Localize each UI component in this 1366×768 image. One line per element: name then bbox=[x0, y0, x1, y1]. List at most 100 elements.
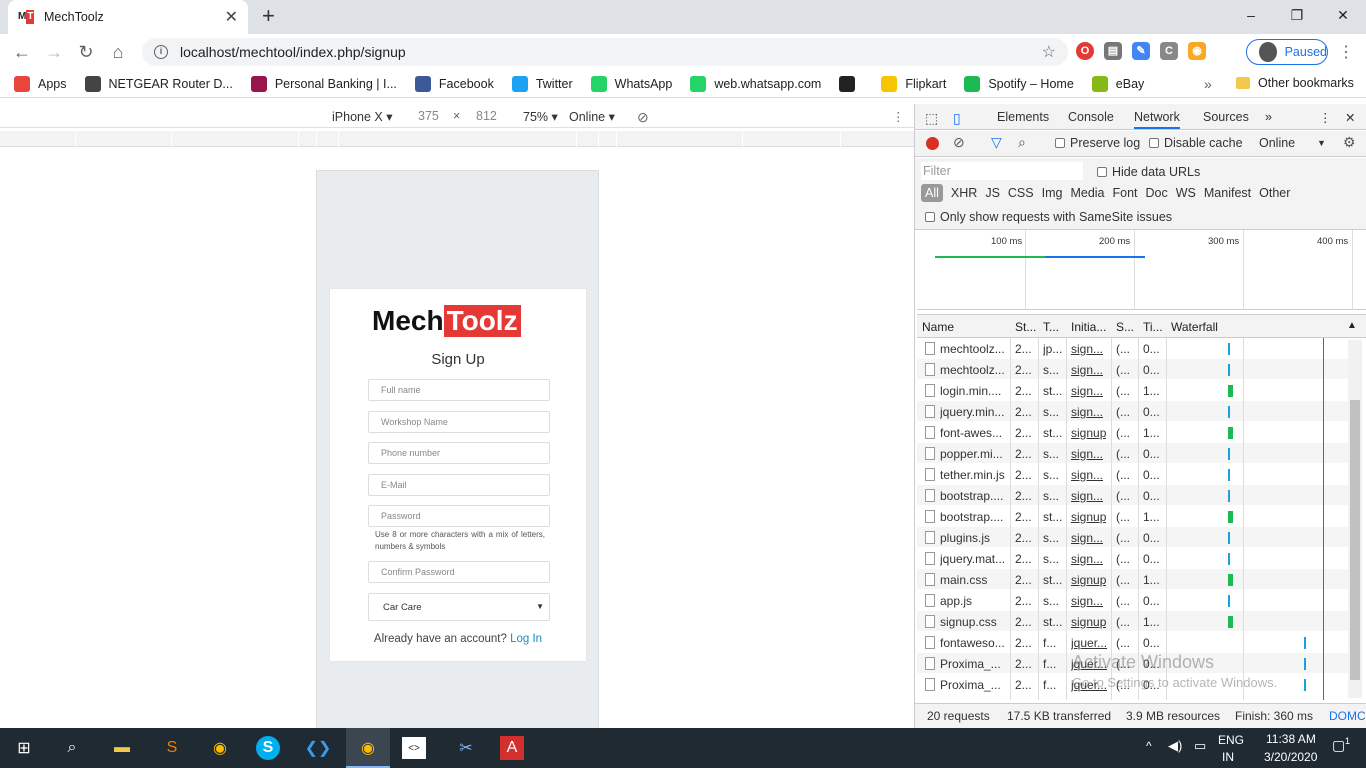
cell-initiator[interactable]: sign... bbox=[1071, 531, 1103, 545]
cell-initiator[interactable]: signup bbox=[1071, 615, 1106, 629]
bookmark-item[interactable]: NETGEAR Router D... bbox=[84, 75, 233, 92]
vscode-icon[interactable]: ❮❯ bbox=[304, 734, 332, 762]
acrobat-reader-icon[interactable]: A bbox=[500, 736, 524, 760]
region-code[interactable]: IN bbox=[1222, 750, 1234, 764]
preserve-log-checkbox[interactable]: Preserve log bbox=[1055, 136, 1140, 150]
file-explorer-icon[interactable]: ▬ bbox=[108, 734, 136, 762]
tab-elements[interactable]: Elements bbox=[997, 110, 1049, 124]
opera-extension-icon[interactable]: O bbox=[1076, 42, 1094, 60]
tray-overflow-icon[interactable]: ^ bbox=[1146, 739, 1152, 753]
column-status[interactable]: St... bbox=[1015, 320, 1036, 334]
type-filter-media[interactable]: Media bbox=[1070, 186, 1104, 200]
eyedropper-extension-icon[interactable]: ✎ bbox=[1132, 42, 1150, 60]
c-extension-icon[interactable]: C bbox=[1160, 42, 1178, 60]
device-height[interactable]: 812 bbox=[476, 109, 497, 123]
request-row[interactable]: mechtoolz... 2... jp... sign... (... 0... bbox=[917, 338, 1351, 359]
hide-data-urls-checkbox[interactable]: Hide data URLs bbox=[1097, 165, 1200, 179]
request-row[interactable]: signup.css 2... st... signup (... 1... bbox=[917, 611, 1351, 632]
chrome-icon[interactable]: ◉ bbox=[206, 734, 234, 762]
type-filter-ws[interactable]: WS bbox=[1176, 186, 1196, 200]
request-row[interactable]: main.css 2... st... signup (... 1... bbox=[917, 569, 1351, 590]
network-throttle-select[interactable]: Online ▾ bbox=[569, 109, 615, 124]
other-bookmarks[interactable]: Other bookmarks bbox=[1236, 76, 1354, 90]
tab-network[interactable]: Network bbox=[1134, 110, 1180, 129]
type-filter-other[interactable]: Other bbox=[1259, 186, 1290, 200]
cell-initiator[interactable]: sign... bbox=[1071, 489, 1103, 503]
rotate-icon[interactable]: ⊘ bbox=[637, 109, 649, 126]
language-code[interactable]: ENG bbox=[1218, 733, 1244, 747]
sort-up-icon[interactable]: ▲ bbox=[1347, 320, 1357, 331]
bookmark-item[interactable]: WhatsApp bbox=[590, 75, 672, 92]
bookmark-item[interactable]: Spotify – Home bbox=[964, 75, 1074, 92]
notification-center-icon[interactable]: ▢ bbox=[1332, 737, 1345, 754]
type-filter-img[interactable]: Img bbox=[1042, 186, 1063, 200]
windows-start-icon[interactable]: ⊞ bbox=[10, 734, 38, 762]
type-filter-js[interactable]: JS bbox=[985, 186, 1000, 200]
bookmark-star-icon[interactable]: ☆ bbox=[1042, 42, 1056, 62]
samesite-checkbox[interactable]: Only show requests with SameSite issues bbox=[925, 210, 1172, 224]
confirm-password-input[interactable]: Confirm Password bbox=[368, 561, 550, 583]
login-link[interactable]: Log In bbox=[510, 633, 542, 645]
bookmark-item[interactable]: Personal Banking | I... bbox=[250, 75, 397, 92]
type-filter-xhr[interactable]: XHR bbox=[951, 186, 977, 200]
cell-initiator[interactable]: sign... bbox=[1071, 384, 1103, 398]
request-row[interactable]: popper.mi... 2... s... sign... (... 0... bbox=[917, 443, 1351, 464]
home-button[interactable]: ⌂ bbox=[102, 42, 134, 63]
column-type[interactable]: T... bbox=[1043, 320, 1059, 334]
cell-initiator[interactable]: sign... bbox=[1071, 552, 1103, 566]
bookmarks-overflow-button[interactable]: » bbox=[1204, 76, 1212, 92]
volume-icon[interactable]: ◀) bbox=[1168, 738, 1182, 754]
disable-cache-checkbox[interactable]: Disable cache bbox=[1149, 136, 1243, 150]
bookmark-item[interactable]: Twitter bbox=[511, 75, 573, 92]
request-row[interactable]: mechtoolz... 2... s... sign... (... 0... bbox=[917, 359, 1351, 380]
request-row[interactable]: font-awes... 2... st... signup (... 1... bbox=[917, 422, 1351, 443]
cell-initiator[interactable]: sign... bbox=[1071, 342, 1103, 356]
cell-initiator[interactable]: sign... bbox=[1071, 447, 1103, 461]
type-filter-all[interactable]: All bbox=[921, 184, 943, 202]
clear-icon[interactable]: ⊘ bbox=[953, 134, 965, 151]
inspect-element-icon[interactable]: ⬚ bbox=[925, 110, 938, 127]
phone-number-input[interactable]: Phone number bbox=[368, 442, 550, 464]
request-row[interactable]: fontaweso... 2... f... jquer... (... 0... bbox=[917, 632, 1351, 653]
record-icon[interactable] bbox=[926, 137, 939, 150]
code-editor-icon[interactable]: <> bbox=[402, 737, 426, 759]
minimize-button[interactable]: – bbox=[1228, 0, 1274, 30]
bookmark-item[interactable]: Apps bbox=[14, 75, 67, 92]
skype-icon[interactable]: S bbox=[256, 736, 280, 760]
request-row[interactable]: login.min.... 2... st... sign... (... 1... bbox=[917, 380, 1351, 401]
site-info-icon[interactable]: i bbox=[154, 45, 168, 59]
close-tab-icon[interactable]: ✕ bbox=[225, 7, 238, 27]
category-select[interactable]: Car Care ▼ bbox=[368, 593, 550, 621]
column-time[interactable]: Ti... bbox=[1143, 320, 1163, 334]
chrome-menu-icon[interactable]: ⋮ bbox=[1338, 42, 1354, 62]
device-mode-icon[interactable]: ▯ bbox=[953, 110, 961, 127]
type-filter-css[interactable]: CSS bbox=[1008, 186, 1034, 200]
request-row[interactable]: tether.min.js 2... s... sign... (... 0... bbox=[917, 464, 1351, 485]
column-size[interactable]: S... bbox=[1116, 320, 1134, 334]
cell-initiator[interactable]: sign... bbox=[1071, 594, 1103, 608]
clock-time[interactable]: 11:38 AM bbox=[1266, 732, 1316, 746]
email-input[interactable]: E-Mail bbox=[368, 474, 550, 496]
search-icon[interactable]: ⌕ bbox=[58, 734, 86, 762]
password-input[interactable]: Password bbox=[368, 505, 550, 527]
sublime-text-icon[interactable]: S bbox=[158, 734, 186, 762]
zoom-select[interactable]: 75% ▾ bbox=[523, 109, 558, 124]
close-devtools-icon[interactable]: ✕ bbox=[1345, 110, 1355, 125]
forward-button[interactable]: → bbox=[38, 42, 70, 63]
device-width[interactable]: 375 bbox=[418, 109, 439, 123]
cell-initiator[interactable]: signup bbox=[1071, 510, 1106, 524]
type-filter-font[interactable]: Font bbox=[1113, 186, 1138, 200]
bookmark-item[interactable]: Facebook bbox=[414, 75, 494, 92]
throttle-select[interactable]: Online bbox=[1259, 136, 1295, 150]
clock-date[interactable]: 3/20/2020 bbox=[1264, 750, 1317, 764]
tab-sources[interactable]: Sources bbox=[1203, 110, 1249, 124]
back-button[interactable]: ← bbox=[6, 42, 38, 63]
search-icon[interactable]: ⌕ bbox=[1018, 134, 1026, 151]
device-menu-icon[interactable]: ⋮ bbox=[892, 109, 905, 124]
reload-button[interactable]: ↻ bbox=[70, 42, 102, 63]
column-initiator[interactable]: Initia... bbox=[1071, 320, 1106, 334]
network-icon[interactable]: ▭ bbox=[1194, 738, 1206, 754]
type-filter-manifest[interactable]: Manifest bbox=[1204, 186, 1251, 200]
column-name[interactable]: Name bbox=[922, 320, 954, 334]
filter-input[interactable]: Filter bbox=[921, 162, 1083, 180]
